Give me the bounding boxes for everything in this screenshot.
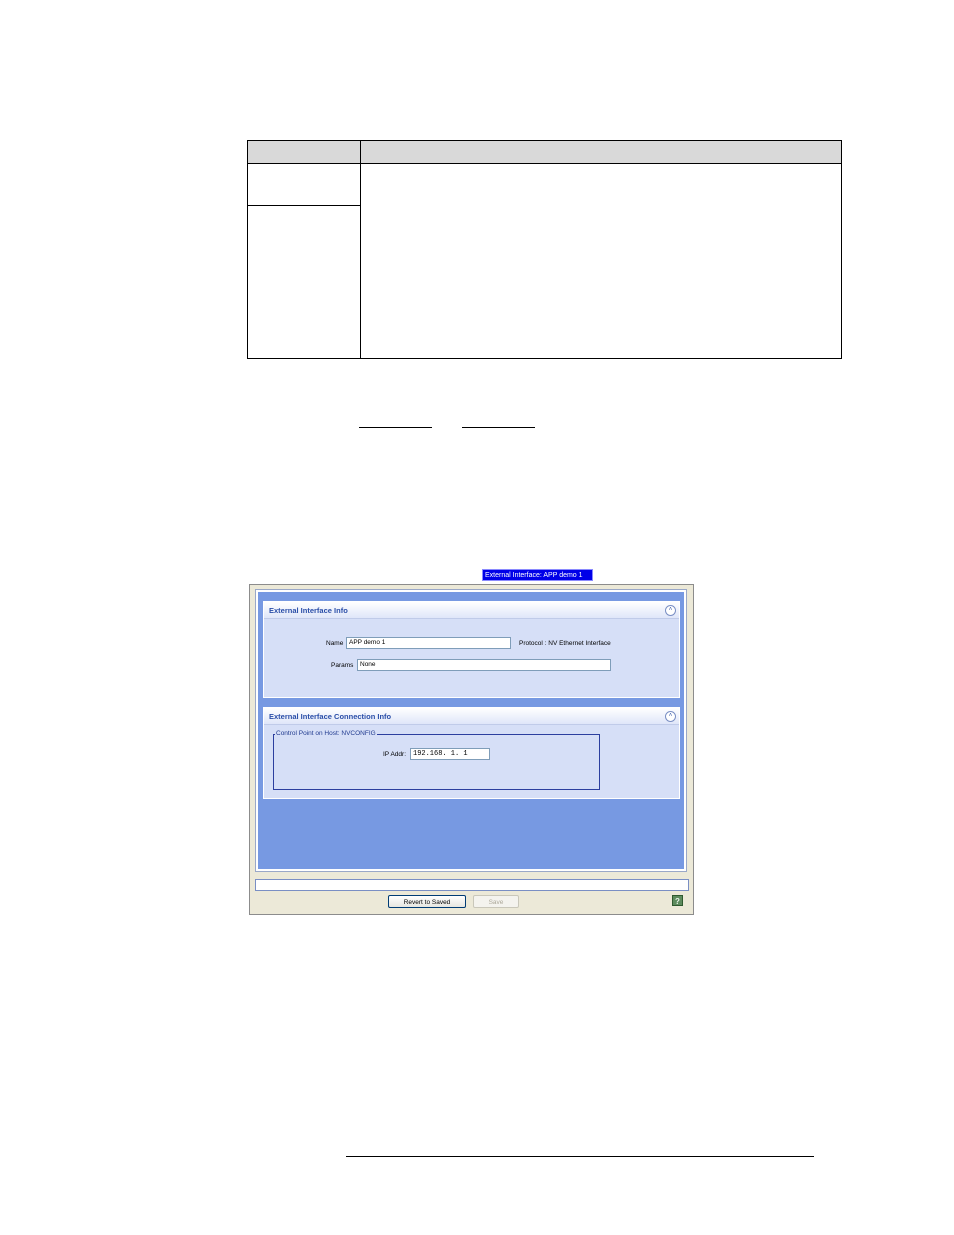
document-table (247, 140, 842, 359)
table-row-divider (248, 205, 360, 206)
name-label: Name (326, 640, 344, 647)
ip-address-label: IP Addr: (383, 751, 407, 758)
cross-reference-link-2[interactable] (462, 427, 535, 428)
save-button[interactable]: Save (473, 895, 519, 908)
protocol-text: Protocol : NV Ethernet Interface (519, 640, 611, 647)
status-bar (255, 879, 689, 891)
revert-to-saved-button[interactable]: Revert to Saved (388, 895, 466, 908)
window-tab[interactable]: External Interface: APP demo 1 (482, 569, 593, 581)
table-column-divider (360, 141, 361, 358)
external-interface-connection-panel: External Interface Connection Info ˄ Con… (263, 707, 680, 799)
external-interface-info-panel: External Interface Info ˄ Name APP demo … (263, 601, 680, 698)
collapse-icon[interactable]: ˄ (665, 605, 676, 616)
workspace-area: External Interface Info ˄ Name APP demo … (258, 592, 684, 869)
external-interface-window: External Interface Info ˄ Name APP demo … (249, 584, 694, 915)
params-input[interactable]: None (357, 659, 611, 671)
control-point-group (273, 734, 600, 790)
collapse-icon[interactable]: ˄ (665, 711, 676, 722)
params-label: Params (331, 662, 354, 669)
cross-reference-link-1[interactable] (359, 427, 432, 428)
help-icon[interactable]: ? (672, 895, 683, 906)
ip-address-input[interactable]: 192.168. 1. 1 (410, 748, 490, 760)
panel-title: External Interface Info (264, 602, 679, 619)
footer-rule (346, 1156, 814, 1157)
workspace-frame: External Interface Info ˄ Name APP demo … (255, 589, 687, 872)
table-header-row (248, 141, 841, 164)
panel-title: External Interface Connection Info (264, 708, 679, 725)
control-point-group-legend: Control Point on Host: NVCONFIG (275, 730, 377, 737)
name-input[interactable]: APP demo 1 (346, 637, 511, 649)
